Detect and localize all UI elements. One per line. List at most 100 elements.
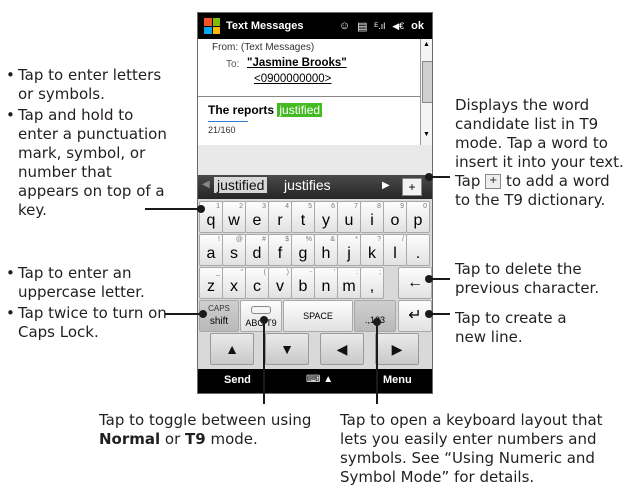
key-d[interactable]: # d — [245, 234, 269, 266]
phone-screen: Text Messages ☺ ▤ ᴱ.ıl ◀€ ok From: (Text… — [197, 12, 433, 394]
nav-left-button[interactable]: ◀ — [320, 333, 364, 365]
key-f[interactable]: $ f — [268, 234, 292, 266]
key-t[interactable]: 5t — [291, 201, 315, 233]
send-softkey[interactable]: Send — [224, 374, 251, 386]
onscreen-keyboard: 1q 2w 3e 4r 5t 6y 7u 8i 9o 0p ! a @ s # d $… — [198, 199, 432, 369]
key-comma[interactable]: ;, — [360, 267, 384, 299]
to-label: To: — [226, 59, 240, 70]
callout-shift-twice: Tap twice to turn on Caps Lock. — [6, 304, 181, 342]
key-c[interactable]: (c — [245, 267, 269, 299]
callout-toggle-pre: Tap to toggle between using — [99, 411, 312, 429]
windows-start-icon[interactable] — [204, 18, 220, 34]
candidate-left-arrow-icon[interactable]: ◀ — [202, 179, 210, 190]
key-j[interactable]: * j — [337, 234, 361, 266]
message-body[interactable]: The reports justified 21/160 — [198, 97, 420, 145]
nav-right-button[interactable]: ▶ — [375, 333, 419, 365]
candidate-word[interactable]: justifies — [284, 177, 331, 193]
message-header: From: (Text Messages) To: "Jasmine Brook… — [198, 39, 420, 97]
candidate-right-arrow-icon[interactable]: ▶ — [382, 180, 390, 191]
message-text-before: The reports — [208, 103, 278, 117]
scrollbar[interactable]: ▲ ▼ — [420, 39, 432, 145]
signal-icon[interactable]: ᴱ.ıl — [375, 21, 386, 31]
key-o[interactable]: 9o — [383, 201, 407, 233]
message-text[interactable]: The reports justified — [208, 103, 323, 117]
key-x[interactable]: " x — [222, 267, 246, 299]
leader-dot-t9 — [260, 316, 268, 324]
speech-bubble-icon[interactable]: ☺ — [339, 20, 350, 32]
leader-dot-newline — [425, 310, 433, 318]
key-k[interactable]: ? k — [360, 234, 384, 266]
key-r[interactable]: 4r — [268, 201, 292, 233]
key-i[interactable]: 8i — [360, 201, 384, 233]
key-b[interactable]: -b — [291, 267, 315, 299]
callout-toggle-t9: T9 — [185, 430, 206, 448]
status-icons: ☺ ▤ ᴱ.ıl ◀€ ok — [339, 20, 424, 33]
scroll-thumb[interactable] — [422, 61, 432, 103]
key-n[interactable]: ' n — [314, 267, 338, 299]
scroll-up-icon[interactable]: ▲ — [423, 41, 430, 48]
leader-shift — [165, 313, 203, 315]
text-underline — [208, 121, 248, 122]
word-candidate-bar: ◀ justified justifies ▶ + — [198, 175, 432, 199]
key-period[interactable]: . — [406, 234, 430, 266]
app-title: Text Messages — [226, 20, 304, 32]
key-h[interactable]: & h — [314, 234, 338, 266]
leader-dot-candidates — [425, 173, 433, 181]
key-w[interactable]: 2w — [222, 201, 246, 233]
numeric-mode-key[interactable]: .,123 — [354, 300, 396, 332]
speaker-icon[interactable]: ◀€ — [392, 21, 404, 32]
callout-numeric-mode: Tap to open a keyboard layout that lets … — [340, 411, 603, 486]
recipient-number[interactable]: <0900000000> — [254, 73, 331, 85]
key-m[interactable]: :m — [337, 267, 361, 299]
key-l[interactable]: / l — [383, 234, 407, 266]
key-u[interactable]: 7u — [337, 201, 361, 233]
add-word-button[interactable]: + — [402, 178, 422, 196]
key-g[interactable]: % g — [291, 234, 315, 266]
key-v[interactable]: ) v — [268, 267, 292, 299]
callout-t9-toggle: Tap to toggle between using Normal or T9… — [99, 411, 324, 449]
candidate-word-selected[interactable]: justified — [214, 177, 268, 193]
scroll-down-icon[interactable]: ▼ — [423, 131, 430, 138]
key-z[interactable]: _ z — [199, 267, 223, 299]
key-s[interactable]: @ s — [222, 234, 246, 266]
leader-numeric — [376, 322, 378, 404]
leader-t9-toggle — [263, 320, 265, 404]
add-word-inline-icon: + — [485, 174, 502, 189]
leader-dot-shift — [199, 310, 207, 318]
callout-letter-tap: Tap to enter letters or symbols. — [6, 66, 176, 104]
nav-down-button[interactable]: ▼ — [265, 333, 309, 365]
nav-up-button[interactable]: ▲ — [210, 333, 254, 365]
callout-candidate-list: Displays the word candidate list in T9 m… — [455, 96, 627, 210]
callout-toggle-post: mode. — [205, 430, 258, 448]
callout-newline: Tap to create a new line. — [455, 309, 567, 346]
ok-button[interactable]: ok — [411, 20, 424, 32]
leader-dot-numeric — [373, 318, 381, 326]
callout-letter-keys: Tap to enter letters or symbols. Tap and… — [6, 66, 176, 220]
menu-softkey[interactable]: Menu — [383, 374, 412, 386]
softkey-bar: Send ⌨ ▲ Menu — [198, 369, 432, 393]
callout-shift-key: Tap to enter an uppercase letter. Tap tw… — [6, 264, 181, 342]
highlighted-word: justified — [277, 103, 323, 117]
list-icon[interactable]: ▤ — [357, 20, 367, 33]
callout-shift-tap: Tap to enter an uppercase letter. — [6, 264, 181, 302]
leader-dot-delete — [425, 275, 433, 283]
from-field[interactable]: From: (Text Messages) — [212, 42, 314, 53]
callout-letter-hold: Tap and hold to enter a punctuation mark… — [6, 106, 176, 220]
shift-label: shift — [209, 316, 229, 327]
space-key[interactable]: SPACE — [283, 300, 353, 332]
callout-delete: Tap to delete the previous character. — [455, 260, 600, 297]
character-counter: 21/160 — [208, 125, 236, 135]
key-e[interactable]: 3e — [245, 201, 269, 233]
leader-dot-letter — [197, 205, 205, 213]
callout-candidate-text: Displays the word candidate list in T9 m… — [455, 96, 624, 171]
toggle-switch-icon — [251, 306, 271, 314]
key-p[interactable]: 0p — [406, 201, 430, 233]
key-a[interactable]: ! a — [199, 234, 223, 266]
callout-toggle-normal: Normal — [99, 430, 161, 448]
title-bar: Text Messages ☺ ▤ ᴱ.ıl ◀€ ok — [198, 13, 432, 39]
key-y[interactable]: 6y — [314, 201, 338, 233]
input-panel-icon[interactable]: ⌨ ▲ — [306, 374, 333, 385]
backspace-key[interactable]: ← — [398, 267, 432, 299]
leader-letter-keys — [145, 208, 201, 210]
recipient-name[interactable]: "Jasmine Brooks" — [247, 57, 347, 69]
